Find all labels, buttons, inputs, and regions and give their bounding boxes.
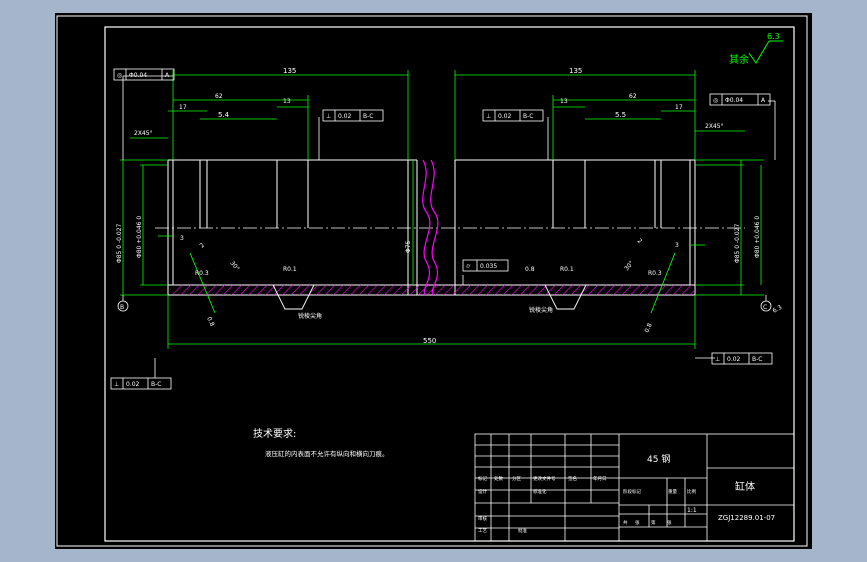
tolerance-frames <box>110 68 773 390</box>
fcf-perp-right-datum: B-C <box>523 113 533 120</box>
dim-62-right: 62 <box>629 93 637 100</box>
dim-17-right: 17 <box>675 104 683 111</box>
surface-finish-rest-label: 其余 <box>729 53 749 66</box>
dimension-lines <box>120 70 764 349</box>
break-lines <box>422 159 439 296</box>
part-name: 缸体 <box>735 480 755 493</box>
cylinder-body <box>167 159 696 296</box>
datum-c-label: C <box>763 304 767 311</box>
angle-left: 30° <box>228 260 240 273</box>
roughness-right-low: 0.8 <box>643 322 653 334</box>
dim-dia-inner-left: Φ80 +0.046 0 <box>136 216 143 258</box>
fcf-perp-right-symbol: ⊥ <box>486 113 491 120</box>
tb-label-signature: 签名 <box>568 475 577 482</box>
fcf-perp-bottom-right-symbol: ⊥ <box>715 356 720 363</box>
fcf-perp-bottom-left-value: 0.02 <box>126 381 140 388</box>
fcf-runout-left-datum: A <box>165 72 170 79</box>
dim-13-right: 13 <box>560 98 568 105</box>
datum-markers <box>117 295 772 312</box>
tb-label-change-doc: 更改文件号 <box>533 475 556 482</box>
fcf-perp-bottom-right-datum: B-C <box>752 356 762 363</box>
tb-label-standardize: 标准化 <box>533 488 547 495</box>
inner-border <box>104 26 795 542</box>
dim-overall-length: 550 <box>423 337 436 345</box>
dim-chamfer-left: 2X45° <box>134 130 153 137</box>
datum-b-label: B <box>120 304 124 311</box>
dim-2-right: 2 <box>636 237 644 245</box>
dim-2-left: 2 <box>198 242 206 250</box>
dim-13-left: 13 <box>283 98 291 105</box>
fcf-perp-left-value: 0.02 <box>338 113 352 120</box>
tb-sheet-unit-1: 张 <box>635 519 640 526</box>
tb-label-stage: 阶段标记 <box>623 488 641 495</box>
engineering-drawing: 135 135 62 62 17 17 5.4 5.5 13 13 2X45° … <box>56 15 808 547</box>
tb-label-mark: 标记 <box>478 475 487 482</box>
tb-label-zone: 分区 <box>512 475 521 482</box>
drawing-number: ZGJ12289.01-07 <box>718 514 775 522</box>
dim-step-left: 3 <box>180 235 184 242</box>
radius-left-03: R0.3 <box>195 270 209 277</box>
dim-step-right: 3 <box>675 242 679 249</box>
dim-dia-inner-right: Φ80 +0.046 0 <box>754 216 761 258</box>
tb-sheet-index: 第 <box>651 519 656 526</box>
dim-dia-outer-left: Φ85 0 -0.027 <box>116 223 123 263</box>
tb-label-process: 工艺 <box>478 528 487 534</box>
dim-135-right: 135 <box>569 67 582 75</box>
roughness-c: 6.3 <box>772 304 784 315</box>
radius-right-03: R0.3 <box>648 270 662 277</box>
tb-label-approve: 批准 <box>518 527 527 534</box>
tech-requirements-text: 液压缸的内表面不允许有纵向和横向刀痕。 <box>265 449 389 458</box>
dim-135-left: 135 <box>283 67 296 75</box>
fcf-runout-right-value: Φ0.04 <box>725 97 743 104</box>
tb-label-scale: 比例 <box>687 488 696 495</box>
tb-label-count: 处数 <box>494 475 503 482</box>
fcf-runout-right-datum: A <box>761 97 766 104</box>
roughness-left-low: 0.8 <box>205 316 215 328</box>
fcf-cylindricity-symbol: ⌭ <box>466 263 471 270</box>
angle-right: 30° <box>623 260 635 273</box>
drawing-sheet: 135 135 62 62 17 17 5.4 5.5 13 13 2X45° … <box>55 13 812 549</box>
radius-left-01: R0.1 <box>283 266 297 273</box>
fcf-perp-left-datum: B-C <box>363 113 373 120</box>
fcf-runout-right-symbol: ◎ <box>713 97 718 104</box>
fcf-perp-bottom-left-symbol: ⊥ <box>114 381 119 388</box>
dim-62-left: 62 <box>215 93 223 100</box>
material-label: 45 钢 <box>647 453 670 465</box>
dim-chamfer-right: 2X45° <box>705 123 724 130</box>
surface-finish-symbol <box>748 40 783 64</box>
tech-requirements-title: 技术要求: <box>253 427 296 440</box>
tb-sheet-total: 共 <box>623 519 628 526</box>
fcf-perp-bottom-left-datum: B-C <box>151 381 161 388</box>
dim-17-left: 17 <box>179 104 187 111</box>
dim-bore-center: Φ75 <box>405 240 412 253</box>
tb-label-review: 审核 <box>478 515 487 522</box>
note-sharp-edge-left: 锐棱尖角 <box>298 312 322 320</box>
dim-dia-outer-right: Φ85 0 -0.027 <box>734 223 741 263</box>
roughness-right-section: 0.8 <box>525 266 535 273</box>
fcf-perp-left-symbol: ⊥ <box>326 113 331 120</box>
fcf-perp-right-value: 0.02 <box>498 113 512 120</box>
radius-right-01: R0.1 <box>560 266 574 273</box>
tb-label-date: 年月日 <box>593 475 607 482</box>
section-hatch <box>173 285 695 295</box>
tb-sheet-unit-2: 张 <box>667 519 672 526</box>
scale-value: 1:1 <box>687 507 697 514</box>
dim-groove-left: 5.4 <box>218 111 230 119</box>
leader-lines <box>122 75 776 378</box>
fcf-perp-bottom-right-value: 0.02 <box>727 356 741 363</box>
fcf-runout-left-symbol: ◎ <box>117 72 122 79</box>
dim-groove-right: 5.5 <box>615 111 626 119</box>
note-sharp-edge-right: 锐棱尖角 <box>529 306 553 314</box>
fcf-cylindricity-value: 0.035 <box>480 263 497 270</box>
tb-label-design: 设计 <box>478 488 487 495</box>
surface-finish-value: 6.3 <box>767 32 780 41</box>
fcf-runout-left-value: Φ0.04 <box>129 72 147 79</box>
edge-details <box>189 252 676 314</box>
tb-label-weight: 重量 <box>668 488 677 495</box>
